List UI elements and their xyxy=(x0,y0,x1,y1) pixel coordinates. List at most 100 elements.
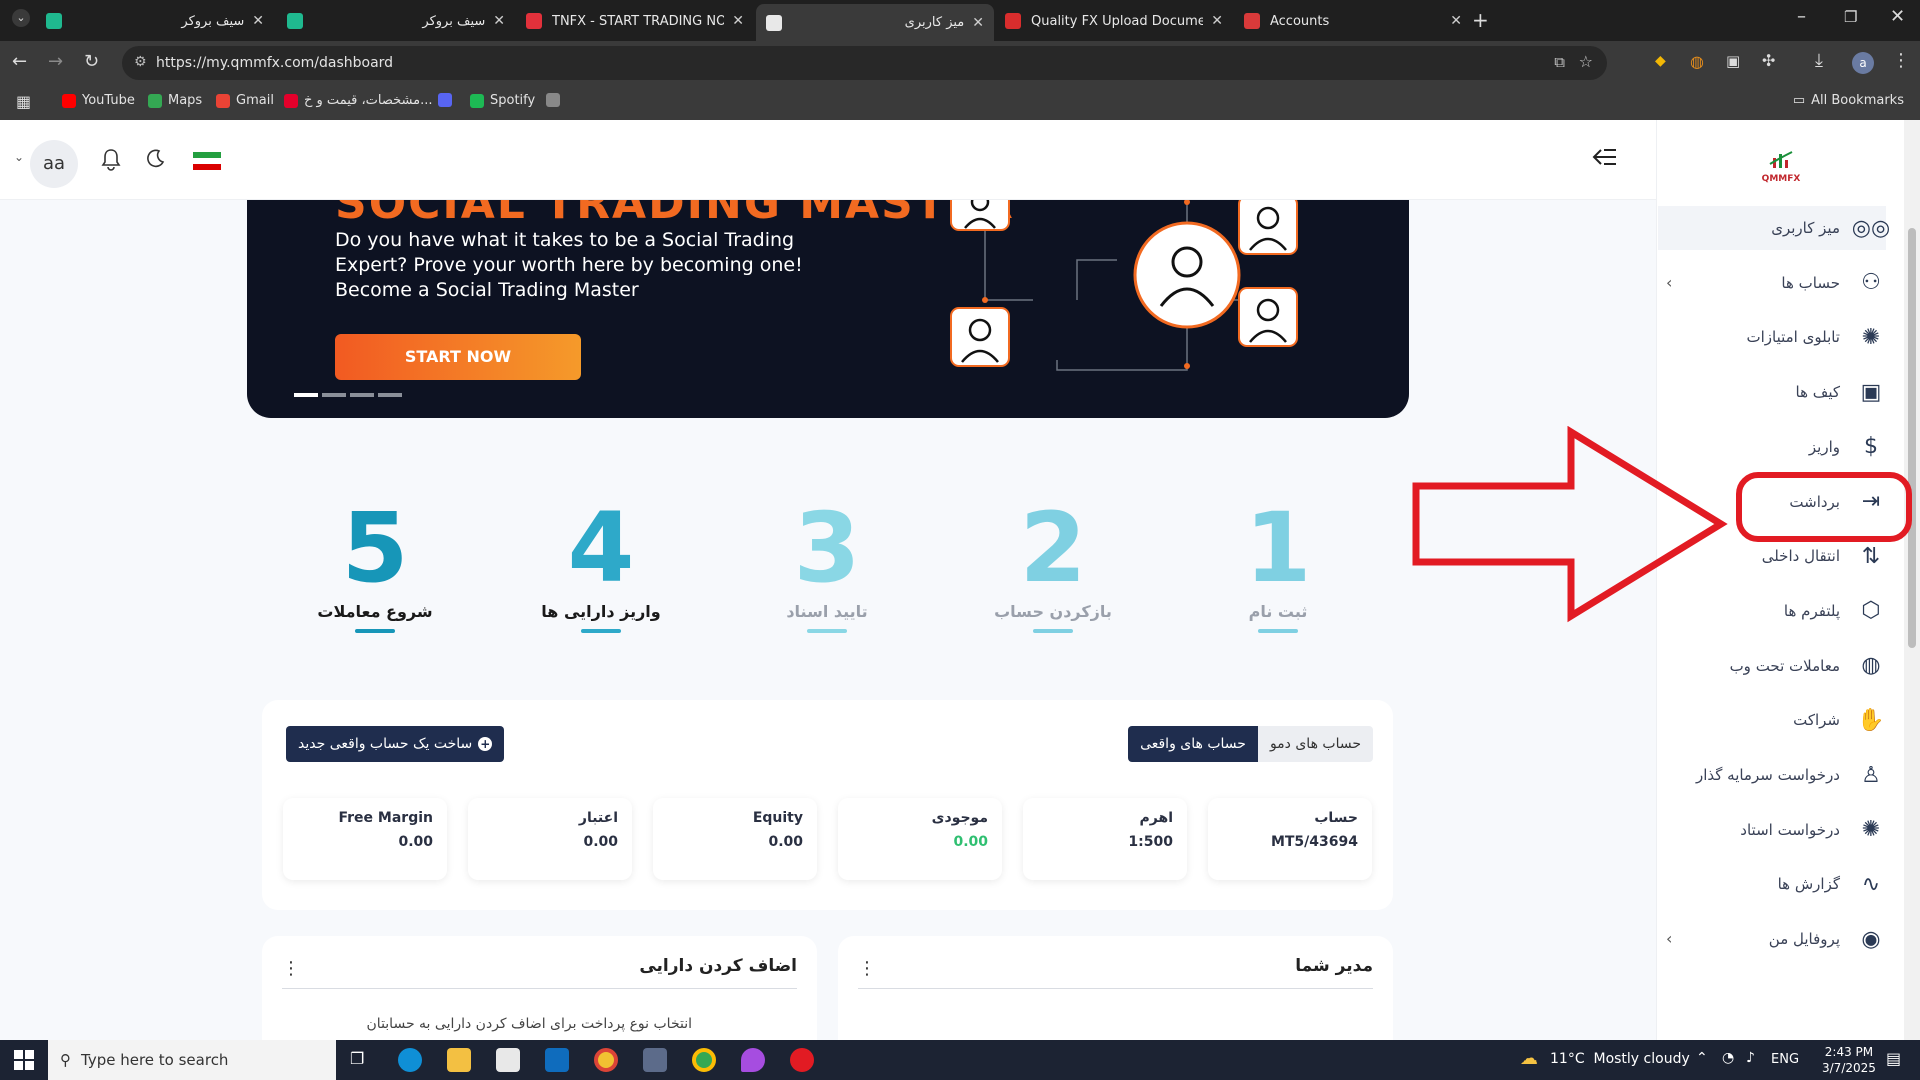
taskbar-search-box[interactable]: ⚲ Type here to search xyxy=(48,1040,336,1080)
bookmark-item[interactable] xyxy=(546,93,566,107)
bookmark-item[interactable] xyxy=(438,93,458,107)
qmmfx-logo[interactable]: QMMFX xyxy=(1757,150,1805,184)
sidebar-item[interactable]: تابلوی امتیازات ✺ xyxy=(1658,315,1886,359)
carousel-dot[interactable] xyxy=(378,393,402,397)
back-icon[interactable]: ← xyxy=(12,51,27,72)
tab-demo-accounts[interactable]: حساب های دمو xyxy=(1257,726,1373,762)
sidebar-item[interactable]: درخواست سرمایه گذار ♙ xyxy=(1658,753,1886,797)
carousel-dot[interactable] xyxy=(350,393,374,397)
browser-tab[interactable]: TNFX - START TRADING NOW ✕ xyxy=(516,6,754,36)
extension-globe-icon[interactable]: ◍ xyxy=(1690,52,1704,71)
tab-close-icon[interactable]: ✕ xyxy=(972,15,984,31)
sidebar-item[interactable]: ‹ حساب ها ⚇ xyxy=(1658,261,1886,305)
notification-icon[interactable]: ▤ xyxy=(1886,1049,1901,1068)
tab-real-accounts[interactable]: حساب های واقعی xyxy=(1128,726,1258,762)
forward-icon[interactable]: → xyxy=(48,51,63,72)
chevron-left-icon[interactable]: ‹ xyxy=(1666,929,1672,948)
bookmark-item[interactable]: مشخصات، قیمت و خ... xyxy=(284,93,433,108)
restore-window-button[interactable]: ❐ xyxy=(1844,8,1857,26)
browser-tab[interactable]: میز کاربری ✕ xyxy=(756,4,994,41)
install-app-icon[interactable]: ⧉ xyxy=(1554,53,1565,71)
clock[interactable]: 2:43 PM 3/7/2025 xyxy=(1822,1044,1876,1076)
weather-text[interactable]: 11°C Mostly cloudy xyxy=(1550,1051,1690,1067)
sidebar-item[interactable]: ‹ پروفایل من ◉ xyxy=(1658,917,1886,961)
user-menu-chevron-icon[interactable]: ⌄ xyxy=(14,150,24,164)
vivaldi-icon[interactable] xyxy=(790,1048,814,1072)
volume-icon[interactable]: ♪ xyxy=(1746,1050,1755,1066)
panel-menu-icon[interactable]: ⋮ xyxy=(858,958,876,979)
address-bar[interactable]: ⚙ https://my.qmmfx.com/dashboard ⧉ ☆ xyxy=(122,46,1607,80)
dark-mode-moon-icon[interactable] xyxy=(144,148,166,174)
step-label: تایید اسناد xyxy=(786,602,868,621)
profile-avatar[interactable]: a xyxy=(1852,52,1874,74)
extension-icon[interactable]: ◆ xyxy=(1655,53,1666,69)
create-real-account-button[interactable]: + ساخت یک حساب واقعی جدید xyxy=(286,726,505,762)
sidebar-item-label: پروفایل من xyxy=(1768,930,1840,949)
close-window-button[interactable]: ✕ xyxy=(1890,6,1905,27)
site-info-icon[interactable]: ⚙ xyxy=(134,54,147,70)
manager-panel-title: مدیر شما xyxy=(1295,956,1373,976)
tab-close-icon[interactable]: ✕ xyxy=(1211,13,1223,29)
bookmark-item[interactable]: Maps xyxy=(148,93,202,108)
bookmark-label: Maps xyxy=(168,93,203,108)
task-view-icon[interactable]: ❐ xyxy=(350,1049,364,1068)
browser-tab[interactable]: Accounts ✕ xyxy=(1234,6,1472,36)
browser-menu-icon[interactable]: ⋮ xyxy=(1892,50,1910,71)
browser-tab[interactable]: سیف بروکر ✕ xyxy=(36,6,274,36)
calculator-icon[interactable] xyxy=(643,1048,667,1072)
hidden-icons-chevron[interactable]: ⌃ xyxy=(1696,1050,1708,1066)
browser-tab[interactable]: Quality FX Upload Documents ✕ xyxy=(995,6,1233,36)
start-now-button[interactable]: START NOW xyxy=(335,334,581,380)
extension-square-icon[interactable]: ▣ xyxy=(1726,52,1740,70)
edge-icon[interactable] xyxy=(398,1048,422,1072)
minimize-window-button[interactable]: – xyxy=(1797,6,1806,27)
user-avatar[interactable]: aa xyxy=(30,140,78,188)
sidebar-item[interactable]: گزارش ها ∿ xyxy=(1658,862,1886,906)
network-icon[interactable]: ◔ xyxy=(1722,1050,1734,1066)
add-asset-panel: اضاف کردن دارایی ⋮ انتخاب نوع پرداخت برا… xyxy=(262,936,817,1040)
sidebar-item[interactable]: شراکت ✋ xyxy=(1658,698,1886,742)
iran-flag-icon[interactable] xyxy=(193,152,221,170)
paint-drop-icon[interactable] xyxy=(741,1048,765,1072)
panel-menu-icon[interactable]: ⋮ xyxy=(282,958,300,979)
outlook-icon[interactable] xyxy=(545,1048,569,1072)
collapse-sidebar-arrow-icon[interactable] xyxy=(1592,146,1618,172)
language-indicator[interactable]: ENG xyxy=(1771,1052,1799,1067)
apps-grid-icon[interactable]: ▦ xyxy=(16,92,31,111)
sidebar-item[interactable]: درخواست استاد ✺ xyxy=(1658,808,1886,852)
reload-icon[interactable]: ↻ xyxy=(84,51,99,72)
sidebar-item[interactable]: کیف ها ▣ xyxy=(1658,370,1886,414)
all-bookmarks-link[interactable]: ▭ All Bookmarks xyxy=(1793,93,1904,108)
windows-start-icon[interactable] xyxy=(14,1050,34,1070)
sidebar-item[interactable]: معاملات تحت وب ◍ xyxy=(1658,644,1886,688)
bookmark-star-icon[interactable]: ☆ xyxy=(1579,52,1593,71)
new-tab-button[interactable]: + xyxy=(1472,8,1489,32)
carousel-dot[interactable] xyxy=(294,393,318,397)
notification-bell-icon[interactable] xyxy=(100,148,122,176)
browser-tab[interactable]: سیف بروکر ✕ xyxy=(277,6,515,36)
chrome-icon[interactable] xyxy=(594,1048,618,1072)
sidebar-item-label: میز کاربری xyxy=(1771,219,1840,237)
bookmark-item[interactable]: Gmail xyxy=(216,93,274,108)
weather-icon[interactable]: ☁ xyxy=(1520,1048,1538,1069)
step-underline xyxy=(355,629,395,633)
carousel-dot[interactable] xyxy=(322,393,346,397)
sidebar-item[interactable]: میز کاربری ◎◎ xyxy=(1658,206,1890,250)
chrome-active-icon[interactable] xyxy=(692,1048,716,1072)
annotation-arrow-icon xyxy=(1412,426,1728,623)
users-icon: ⚇ xyxy=(1861,270,1881,296)
downloads-icon[interactable]: ⤓ xyxy=(1815,50,1823,71)
extensions-puzzle-icon[interactable]: ✣ xyxy=(1762,51,1775,70)
scrollbar-thumb[interactable] xyxy=(1908,228,1916,648)
tab-close-icon[interactable]: ✕ xyxy=(493,13,505,29)
store-icon[interactable] xyxy=(496,1048,520,1072)
page-scrollbar[interactable] xyxy=(1904,120,1920,1040)
file-explorer-icon[interactable] xyxy=(447,1048,471,1072)
tab-search-chevron-icon[interactable]: ⌄ xyxy=(12,9,30,27)
tab-close-icon[interactable]: ✕ xyxy=(732,13,744,29)
chevron-left-icon[interactable]: ‹ xyxy=(1666,273,1672,292)
bookmark-item[interactable]: Spotify xyxy=(470,93,535,108)
bookmark-item[interactable]: YouTube xyxy=(62,93,135,108)
tab-close-icon[interactable]: ✕ xyxy=(1450,13,1462,29)
tab-close-icon[interactable]: ✕ xyxy=(252,13,264,29)
